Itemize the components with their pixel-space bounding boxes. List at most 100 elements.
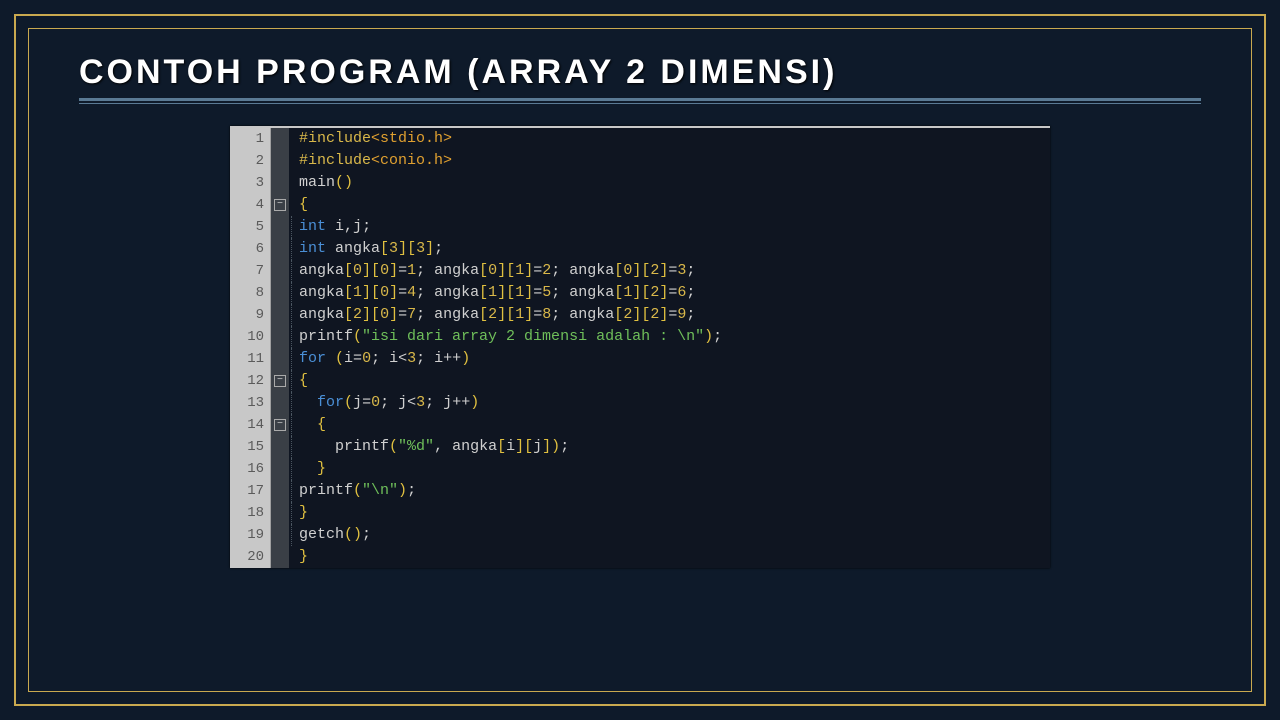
indent-guide — [289, 326, 295, 348]
code-content: #include<stdio.h> — [295, 128, 452, 150]
code-content: int i,j; — [295, 216, 371, 238]
slide-title: CONTOH PROGRAM (ARRAY 2 DIMENSI) — [79, 53, 1201, 92]
fold-gutter — [271, 348, 289, 370]
fold-gutter — [271, 546, 289, 568]
fold-gutter — [271, 304, 289, 326]
title-underline — [79, 98, 1201, 104]
code-line: 9 angka[2][0]=7; angka[2][1]=8; angka[2][… — [230, 304, 1050, 326]
line-number: 11 — [230, 348, 271, 370]
line-number: 3 — [230, 172, 271, 194]
code-line: 6 int angka[3][3]; — [230, 238, 1050, 260]
code-content: int angka[3][3]; — [295, 238, 443, 260]
code-content: for (i=0; i<3; i++) — [295, 348, 470, 370]
line-number: 14 — [230, 414, 271, 436]
code-line: 14− { — [230, 414, 1050, 436]
code-content: printf("isi dari array 2 dimensi adalah … — [295, 326, 722, 348]
line-number: 2 — [230, 150, 271, 172]
code-content: for(j=0; j<3; j++) — [295, 392, 479, 414]
slide-inner-border: CONTOH PROGRAM (ARRAY 2 DIMENSI) 1 #inclu… — [28, 28, 1252, 692]
indent-guide — [289, 304, 295, 326]
indent-guide — [289, 348, 295, 370]
fold-gutter: − — [271, 414, 289, 436]
line-number: 13 — [230, 392, 271, 414]
fold-gutter — [271, 458, 289, 480]
code-content: printf("%d", angka[i][j]); — [295, 436, 569, 458]
fold-gutter — [271, 392, 289, 414]
indent-guide — [289, 194, 295, 216]
code-line: 5 int i,j; — [230, 216, 1050, 238]
indent-guide — [289, 370, 295, 392]
line-number: 5 — [230, 216, 271, 238]
indent-guide — [289, 150, 295, 172]
code-line: 17 printf("\n"); — [230, 480, 1050, 502]
code-line: 13 for(j=0; j<3; j++) — [230, 392, 1050, 414]
code-content: main() — [295, 172, 353, 194]
fold-gutter — [271, 238, 289, 260]
indent-guide — [289, 392, 295, 414]
line-number: 16 — [230, 458, 271, 480]
code-line: 8angka[1][0]=4; angka[1][1]=5; angka[1][… — [230, 282, 1050, 304]
indent-guide — [289, 282, 295, 304]
line-number: 9 — [230, 304, 271, 326]
line-number: 19 — [230, 524, 271, 546]
code-content: { — [295, 194, 308, 216]
line-number: 6 — [230, 238, 271, 260]
code-line: 15 printf("%d", angka[i][j]); — [230, 436, 1050, 458]
indent-guide — [289, 238, 295, 260]
line-number: 1 — [230, 128, 271, 150]
code-content: { — [295, 370, 308, 392]
code-line: 1 #include<stdio.h> — [230, 128, 1050, 150]
code-content: #include<conio.h> — [295, 150, 452, 172]
code-line: 10printf("isi dari array 2 dimensi adala… — [230, 326, 1050, 348]
code-line: 11 for (i=0; i<3; i++) — [230, 348, 1050, 370]
fold-gutter — [271, 150, 289, 172]
indent-guide — [289, 524, 295, 546]
code-content: } — [295, 546, 308, 568]
fold-gutter — [271, 502, 289, 524]
line-number: 17 — [230, 480, 271, 502]
fold-gutter: − — [271, 370, 289, 392]
indent-guide — [289, 172, 295, 194]
indent-guide — [289, 414, 295, 436]
code-content: getch(); — [295, 524, 371, 546]
fold-collapse-icon[interactable]: − — [274, 375, 286, 387]
indent-guide — [289, 260, 295, 282]
code-line: 20} — [230, 546, 1050, 568]
line-number: 7 — [230, 260, 271, 282]
fold-gutter — [271, 172, 289, 194]
code-content: } — [295, 502, 308, 524]
indent-guide — [289, 216, 295, 238]
code-content: printf("\n"); — [295, 480, 416, 502]
code-line: 2 #include<conio.h> — [230, 150, 1050, 172]
indent-guide — [289, 458, 295, 480]
code-line: 12−{ — [230, 370, 1050, 392]
line-number: 4 — [230, 194, 271, 216]
code-content: angka[2][0]=7; angka[2][1]=8; angka[2][2… — [295, 304, 695, 326]
fold-collapse-icon[interactable]: − — [274, 419, 286, 431]
code-editor: 1 #include<stdio.h> 2 #include<conio.h> 3 mai… — [230, 126, 1050, 568]
line-number: 15 — [230, 436, 271, 458]
fold-gutter — [271, 282, 289, 304]
code-line: 19 getch(); — [230, 524, 1050, 546]
code-content: } — [295, 458, 326, 480]
code-line: 7angka[0][0]=1; angka[0][1]=2; angka[0][… — [230, 260, 1050, 282]
code-line: 4−{ — [230, 194, 1050, 216]
slide-outer-border: CONTOH PROGRAM (ARRAY 2 DIMENSI) 1 #inclu… — [14, 14, 1266, 706]
fold-collapse-icon[interactable]: − — [274, 199, 286, 211]
code-content: { — [295, 414, 326, 436]
fold-gutter — [271, 128, 289, 150]
indent-guide — [289, 480, 295, 502]
code-line: 16 } — [230, 458, 1050, 480]
indent-guide — [289, 502, 295, 524]
fold-gutter: − — [271, 194, 289, 216]
indent-guide — [289, 128, 295, 150]
code-content: angka[1][0]=4; angka[1][1]=5; angka[1][2… — [295, 282, 695, 304]
fold-gutter — [271, 216, 289, 238]
code-line: 3 main() — [230, 172, 1050, 194]
fold-gutter — [271, 260, 289, 282]
fold-gutter — [271, 436, 289, 458]
indent-guide — [289, 546, 295, 568]
line-number: 20 — [230, 546, 271, 568]
fold-gutter — [271, 326, 289, 348]
fold-gutter — [271, 524, 289, 546]
